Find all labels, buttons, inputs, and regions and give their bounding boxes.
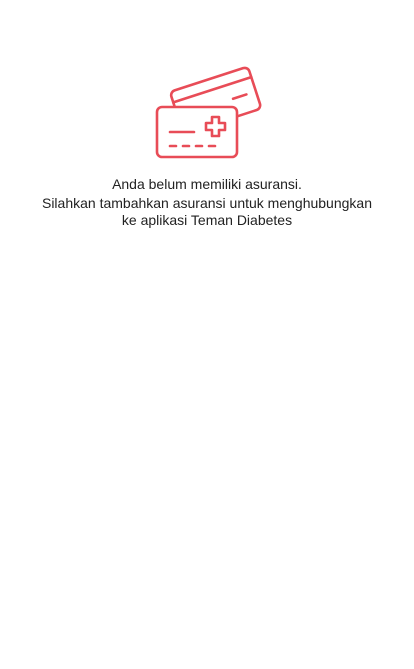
- empty-state-message-line1: Silahkan tambahkan asuransi untuk menghu…: [41, 195, 372, 211]
- empty-state-title: Anda belum memiliki asuransi.: [112, 176, 302, 192]
- insurance-card-icon: [150, 62, 264, 166]
- empty-state: Anda belum memiliki asuransi. Silahkan t…: [0, 0, 414, 669]
- empty-state-message-line2: ke aplikasi Teman Diabetes: [121, 212, 293, 228]
